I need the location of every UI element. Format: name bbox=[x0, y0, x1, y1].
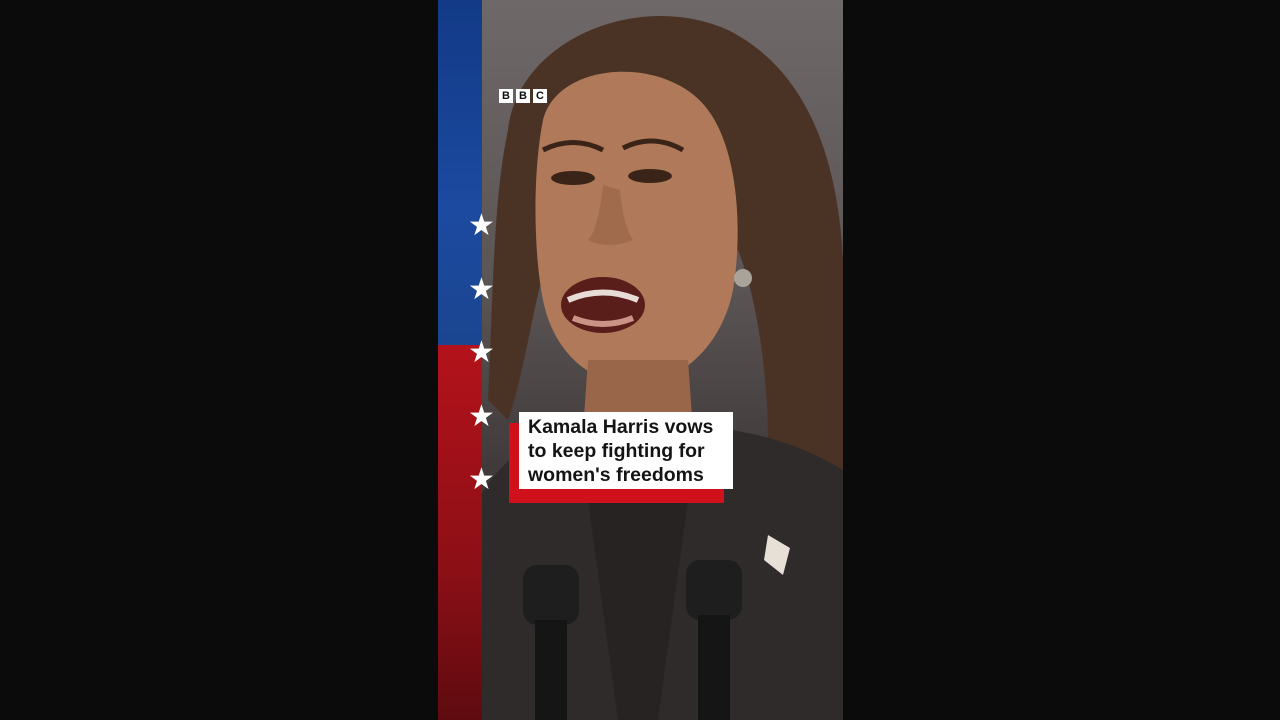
video-player[interactable]: ★ ★ ★ ★ ★ B B C Kamala Harris vows to ke… bbox=[438, 0, 843, 720]
bbc-logo-letter: B bbox=[499, 89, 513, 103]
star-icon: ★ bbox=[468, 273, 495, 306]
speaker-at-podium-image bbox=[478, 16, 843, 720]
headline-caption: Kamala Harris vows to keep fighting for … bbox=[519, 412, 733, 489]
star-icon: ★ bbox=[468, 336, 495, 369]
star-icon: ★ bbox=[468, 463, 495, 496]
star-icon: ★ bbox=[468, 209, 495, 242]
bbc-logo-letter: B bbox=[516, 89, 530, 103]
caption-line: to keep fighting for bbox=[528, 440, 705, 462]
bbc-logo-letter: C bbox=[533, 89, 547, 103]
caption-line: Kamala Harris vows bbox=[528, 416, 714, 438]
caption-line: women's freedoms bbox=[528, 464, 704, 486]
star-icon: ★ bbox=[468, 400, 495, 433]
bbc-logo: B B C bbox=[499, 89, 547, 103]
